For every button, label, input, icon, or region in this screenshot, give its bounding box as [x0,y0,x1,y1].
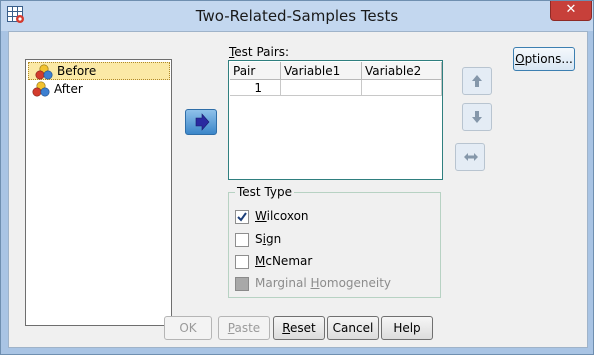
move-to-pairs-button[interactable] [185,109,217,135]
variable2-cell[interactable] [361,79,442,96]
marginal-homogeneity-checkbox [235,277,249,291]
title-bar[interactable]: Two-Related-Samples Tests ✕ [1,1,593,31]
arrow-right-icon [195,113,210,131]
variable-item-after[interactable]: After [26,80,171,98]
variable-label: Before [57,64,97,78]
column-header-variable2: Variable2 [361,62,442,80]
mcnemar-checkbox[interactable] [235,255,249,269]
ok-button: OK [164,316,212,340]
close-icon: ✕ [565,2,577,17]
move-down-button[interactable] [462,103,492,131]
pair-number-cell: 1 [230,79,281,96]
wilcoxon-label: Wilcoxon [255,209,309,223]
options-button[interactable]: Options... [513,47,575,71]
paste-button: Paste [218,316,270,340]
marginal-homogeneity-label: Marginal Homogeneity [255,276,392,290]
window-title: Two-Related-Samples Tests [195,7,399,25]
scale-variable-icon [32,81,50,97]
swap-variables-button[interactable] [455,143,485,171]
arrow-down-icon [472,111,482,123]
move-up-button[interactable] [462,67,492,95]
test-pairs-grid[interactable]: Pair Variable1 Variable2 1 [228,60,443,180]
dialog-body: Before After Test Pairs: Pair Variable1 … [8,31,588,348]
table-row[interactable]: 1 [230,79,442,96]
variable-item-before[interactable]: Before [28,62,170,80]
scale-variable-icon [35,64,53,80]
test-pairs-label: Test Pairs: [229,45,290,59]
wilcoxon-checkbox[interactable] [235,210,249,224]
source-variable-list[interactable]: Before After [25,59,172,326]
variable1-cell[interactable] [280,79,362,96]
swap-arrows-icon [464,153,478,161]
arrow-up-icon [472,75,482,87]
sign-label: Sign [255,232,282,246]
checkmark-icon [237,212,247,222]
mcnemar-label: McNemar [255,254,313,268]
close-button[interactable]: ✕ [550,1,592,21]
variable-label: After [54,82,83,96]
column-header-variable1: Variable1 [280,62,362,80]
sign-checkbox[interactable] [235,233,249,247]
grid-header-row: Pair Variable1 Variable2 [230,62,442,80]
reset-button[interactable]: Reset [273,316,325,340]
column-header-pair: Pair [230,62,281,80]
help-button[interactable]: Help [381,316,433,340]
dialog-window: Two-Related-Samples Tests ✕ Before After… [0,0,594,355]
test-type-legend: Test Type [235,185,295,199]
cancel-button[interactable]: Cancel [327,316,379,340]
